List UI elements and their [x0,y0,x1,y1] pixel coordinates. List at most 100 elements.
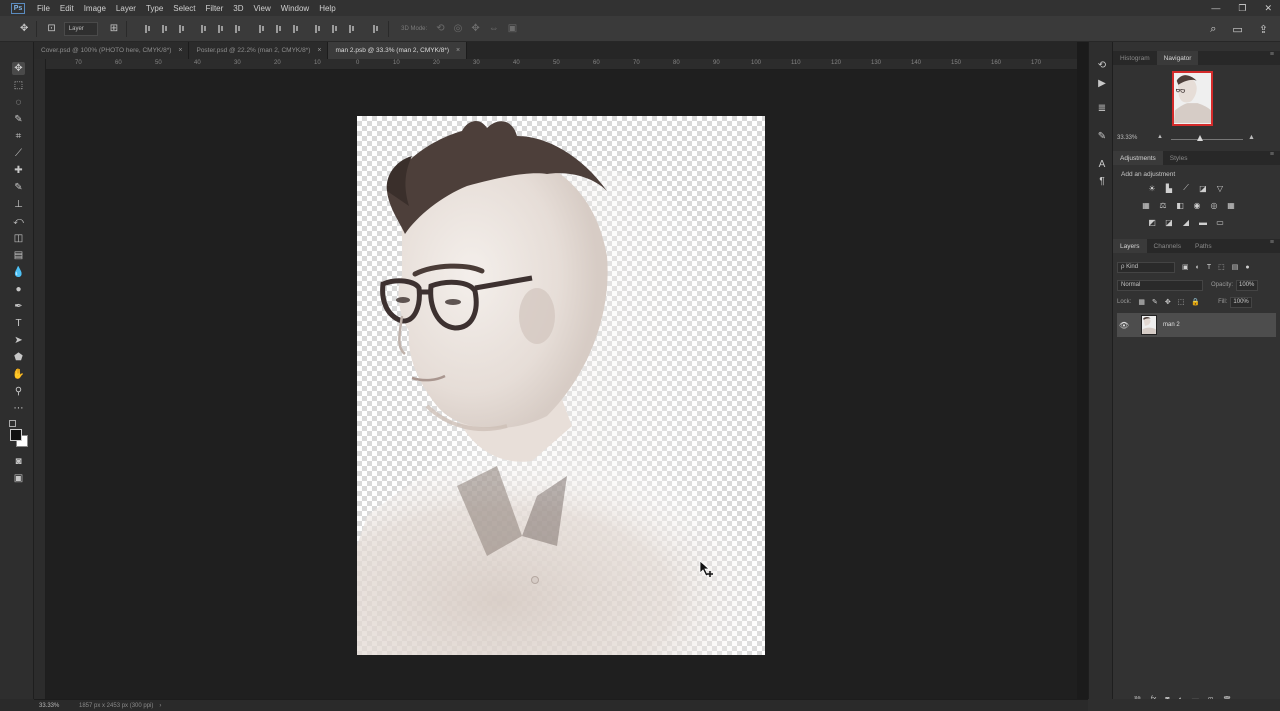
hand-tool-icon[interactable]: ✋ [12,368,25,381]
pixel-filter-icon[interactable]: ▣ [1182,263,1189,271]
history-brush-tool-icon[interactable]: ⤺ [12,215,25,228]
properties-icon[interactable]: ≣ [1096,102,1108,114]
3d-slide-icon[interactable]: ⇔ [489,23,499,34]
quick-mask-icon[interactable]: ◙ [12,455,25,468]
marquee-tool-icon[interactable]: ⬚ [12,79,25,92]
eraser-tool-icon[interactable]: ◫ [12,232,25,245]
type-tool-icon[interactable]: T [12,317,25,330]
exposure-icon[interactable]: ◪ [1198,183,1208,193]
lock-artboard-icon[interactable]: ⬚ [1178,298,1185,306]
visibility-eye-icon[interactable]: 👁 [1117,321,1131,330]
tab-navigator[interactable]: Navigator [1156,51,1199,65]
tab-poster[interactable]: Poster.psd @ 22.2% (man 2, CMYK/8*) × [189,42,329,59]
move-tool-preset-icon[interactable]: ✥ [20,23,28,34]
clone-stamp-tool-icon[interactable]: ⊥ [12,198,25,211]
brush-tool-icon[interactable]: ✎ [12,181,25,194]
zoom-tool-icon[interactable]: ⚲ [12,385,25,398]
tab-styles[interactable]: Styles [1163,151,1195,165]
zoom-in-icon[interactable]: ▲ [1248,134,1255,141]
tab-layers[interactable]: Layers [1113,239,1147,253]
maximize-icon[interactable]: ❐ [1238,3,1246,14]
dodge-tool-icon[interactable]: ● [12,283,25,296]
distribute-top-icon[interactable] [256,24,266,34]
distribute-vcenter-icon[interactable] [273,24,283,34]
menu-edit[interactable]: Edit [60,4,74,13]
navigator-thumbnail[interactable] [1172,71,1213,126]
menu-filter[interactable]: Filter [206,4,224,13]
screen-mode-icon[interactable]: ▣ [12,472,25,485]
menu-image[interactable]: Image [84,4,106,13]
menu-type[interactable]: Type [146,4,163,13]
close-icon[interactable]: ✕ [1264,3,1272,14]
vertical-ruler[interactable] [34,59,46,699]
3d-roll-icon[interactable]: ◎ [454,23,463,34]
align-vcenter-icon[interactable] [159,24,169,34]
menu-layer[interactable]: Layer [116,4,136,13]
canvas-area[interactable] [46,70,1077,699]
fill-field[interactable]: 100% [1230,296,1253,308]
layer-name[interactable]: man 2 [1163,322,1180,328]
more-tools-icon[interactable]: ⋯ [12,402,25,415]
menu-help[interactable]: Help [319,4,335,13]
actions-play-icon[interactable]: ▶ [1096,77,1108,89]
minimize-icon[interactable]: — [1211,3,1220,13]
share-icon[interactable]: ⇪ [1259,23,1268,36]
hue-saturation-icon[interactable]: ▦ [1141,200,1151,210]
auto-align-icon[interactable] [370,24,380,34]
panel-menu-icon[interactable]: ≡ [1270,239,1274,246]
tab-man-2[interactable]: man 2.psb @ 33.3% (man 2, CMYK/8*) × [328,42,468,59]
distribute-bottom-icon[interactable] [290,24,300,34]
color-lookup-icon[interactable]: ▦ [1226,200,1236,210]
layer-item[interactable]: 👁 man 2 [1117,313,1276,337]
default-colors-icon[interactable] [9,420,16,427]
paragraph-icon[interactable]: ¶ [1096,175,1108,187]
path-select-tool-icon[interactable]: ➤ [12,334,25,347]
foreground-color-swatch[interactable] [10,429,22,441]
brush-settings-icon[interactable]: ✎ [1096,130,1108,142]
align-bottom-icon[interactable] [176,24,186,34]
tab-paths[interactable]: Paths [1188,239,1219,253]
color-balance-icon[interactable]: ⚖ [1158,200,1168,210]
smart-object-filter-icon[interactable]: ▤ [1232,263,1239,271]
lock-image-icon[interactable]: ✎ [1152,298,1158,306]
adjustment-filter-icon[interactable]: ◐ [1196,264,1200,271]
healing-brush-tool-icon[interactable]: ✚ [12,164,25,177]
align-top-icon[interactable] [142,24,152,34]
gradient-map-icon[interactable]: ▭ [1215,217,1225,227]
curves-icon[interactable]: ⟋ [1181,183,1191,193]
channel-mixer-icon[interactable]: ◎ [1209,200,1219,210]
panel-menu-icon[interactable]: ≡ [1270,151,1274,158]
selective-color-icon[interactable]: ▬ [1198,217,1208,227]
tab-cover[interactable]: Cover.psd @ 100% (PHOTO here, CMYK/8*) × [34,42,190,59]
posterize-icon[interactable]: ◪ [1164,217,1174,227]
close-icon[interactable]: × [317,47,321,54]
align-right-icon[interactable] [232,24,242,34]
workspace-icon[interactable]: ▭ [1232,23,1242,36]
align-hcenter-icon[interactable] [215,24,225,34]
transform-controls-icon[interactable]: ⊞ [110,23,118,34]
3d-pan-icon[interactable]: ✥ [471,23,479,34]
quick-select-tool-icon[interactable]: ✎ [12,113,25,126]
brightness-contrast-icon[interactable]: ☀ [1147,183,1157,193]
filter-kind-dropdown[interactable]: ρ Kind [1117,261,1175,273]
levels-icon[interactable]: ▙ [1164,183,1174,193]
lasso-tool-icon[interactable]: ◌ [12,96,25,109]
opacity-field[interactable]: 100% [1236,279,1259,291]
close-icon[interactable]: × [456,47,460,54]
menu-window[interactable]: Window [281,4,309,13]
lock-transparent-icon[interactable]: ▦ [1138,298,1145,306]
menu-3d[interactable]: 3D [233,4,243,13]
distribute-left-icon[interactable] [312,24,322,34]
threshold-icon[interactable]: ◢ [1181,217,1191,227]
crop-tool-icon[interactable]: ⌗ [12,130,25,143]
blend-mode-dropdown[interactable]: Normal [1117,279,1203,291]
auto-select-dropdown[interactable]: Layer [63,21,98,36]
type-filter-icon[interactable]: T [1207,264,1211,271]
lock-all-icon[interactable]: 🔒 [1191,298,1200,306]
tab-channels[interactable]: Channels [1147,239,1188,253]
search-icon[interactable]: ⌕ [1210,23,1216,36]
eyedropper-tool-icon[interactable]: ⟋ [12,147,25,160]
navigator-zoom-value[interactable]: 33.33% [1117,135,1137,141]
menu-select[interactable]: Select [173,4,195,13]
blur-tool-icon[interactable]: 💧 [12,266,25,279]
